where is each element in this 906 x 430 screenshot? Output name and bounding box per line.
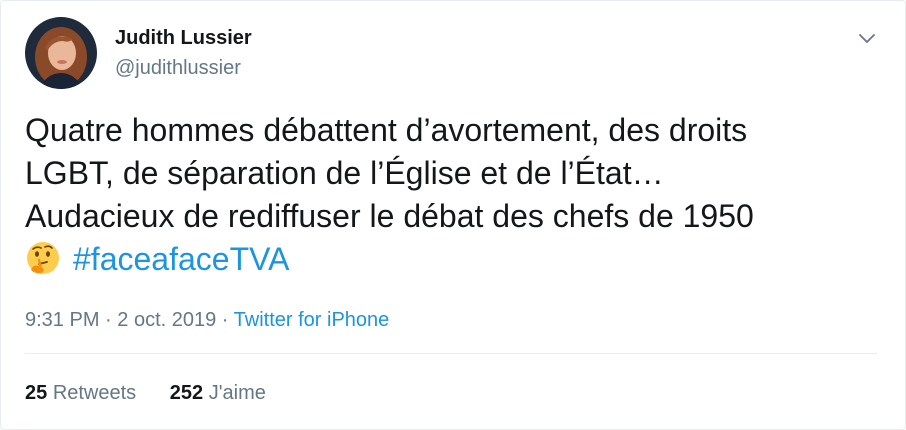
tweet-text-line: Audacieux de rediffuser le débat des che…: [25, 198, 754, 234]
meta-separator: ·: [216, 309, 234, 331]
tweet-text-line: LGBT, de séparation de l’Église et de l’…: [25, 155, 664, 191]
tweet-text: Quatre hommes débattent d’avortement, de…: [25, 109, 885, 281]
retweets-count: 25: [25, 382, 48, 404]
likes-count: 252: [169, 382, 204, 404]
tweet-time[interactable]: 9:31 PM: [25, 309, 99, 331]
author-handle[interactable]: @judithlussier: [115, 55, 241, 81]
likes-label: J'aime: [208, 382, 266, 404]
tweet-date[interactable]: 2 oct. 2019: [117, 309, 216, 331]
retweets-label: Retweets: [52, 382, 137, 404]
chevron-down-icon: [859, 34, 875, 43]
tweet-meta: 9:31 PM · 2 oct. 2019 · Twitter for iPho…: [25, 307, 389, 333]
retweets-stat[interactable]: 25 Retweets: [25, 380, 136, 406]
hashtag-link[interactable]: #faceafaceTVA: [73, 241, 289, 277]
tweet-text-line: #faceafaceTVA: [25, 238, 885, 281]
likes-stat[interactable]: 252 J'aime: [170, 380, 266, 406]
avatar[interactable]: [25, 17, 97, 89]
tweet-source-link[interactable]: Twitter for iPhone: [234, 309, 390, 331]
author-name[interactable]: Judith Lussier: [115, 25, 252, 51]
divider: [25, 353, 877, 354]
tweet-menu-button[interactable]: [853, 25, 881, 53]
tweet-stats: 25 Retweets 252 J'aime: [25, 380, 294, 406]
tweet-text-line: Quatre hommes débattent d’avortement, de…: [25, 112, 748, 148]
avatar-image: [25, 17, 97, 89]
meta-separator: ·: [99, 309, 118, 331]
tweet-card: Judith Lussier @judithlussier Quatre hom…: [0, 0, 906, 430]
thinking-face-icon: [25, 240, 61, 276]
